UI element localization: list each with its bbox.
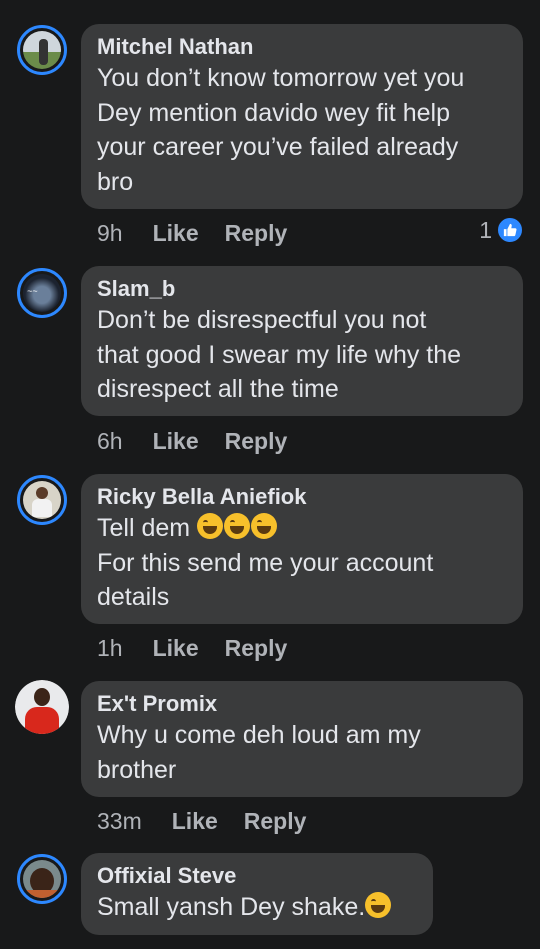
- comment-time[interactable]: 6h: [97, 428, 123, 455]
- laughing-emoji-icon: [224, 513, 251, 539]
- comment-bubble: Slam_b Don’t be disrespectful you not th…: [81, 266, 523, 416]
- avatar[interactable]: [17, 854, 67, 904]
- thumbs-up-icon: [496, 216, 524, 244]
- comment-author[interactable]: Ex't Promix: [97, 690, 507, 718]
- laughing-emoji-icon: [197, 513, 224, 539]
- comment-text-line: Small yansh Dey shake.: [97, 893, 366, 921]
- comment-actions: 6h Like Reply: [97, 426, 313, 456]
- reply-button[interactable]: Reply: [244, 808, 307, 835]
- avatar[interactable]: [17, 25, 67, 75]
- reaction-count: 1: [479, 216, 492, 243]
- avatar[interactable]: [17, 475, 67, 525]
- like-button[interactable]: Like: [153, 635, 199, 662]
- avatar[interactable]: ~~: [17, 268, 67, 318]
- comment-text: Small yansh Dey shake.: [97, 890, 417, 925]
- comment-author[interactable]: Offixial Steve: [97, 862, 417, 890]
- like-button[interactable]: Like: [153, 220, 199, 247]
- reply-button[interactable]: Reply: [225, 220, 288, 247]
- comment-text: Tell dem For this send me your account d…: [97, 511, 507, 615]
- comment-bubble: Mitchel Nathan You don’t know tomorrow y…: [81, 24, 523, 209]
- comment-text: Don’t be disrespectful you not that good…: [97, 306, 462, 403]
- comment-actions: 1h Like Reply: [97, 633, 313, 663]
- comment-bubble: Offixial Steve Small yansh Dey shake.: [81, 853, 433, 935]
- comment-actions: 33m Like Reply: [97, 806, 332, 836]
- laughing-emoji-icon: [251, 513, 278, 539]
- comment-bubble: Ricky Bella Aniefiok Tell dem For this s…: [81, 474, 523, 624]
- comment-text: You don’t know tomorrow yet you Dey ment…: [97, 64, 465, 196]
- comment-bubble: Ex't Promix Why u come deh loud am my br…: [81, 681, 523, 797]
- comment-text-line: Tell dem: [97, 514, 198, 542]
- comment-time[interactable]: 9h: [97, 220, 123, 247]
- reply-button[interactable]: Reply: [225, 428, 288, 455]
- comment-author[interactable]: Slam_b: [97, 275, 507, 303]
- like-button[interactable]: Like: [172, 808, 218, 835]
- reply-button[interactable]: Reply: [225, 635, 288, 662]
- avatar[interactable]: [15, 680, 69, 734]
- like-button[interactable]: Like: [153, 428, 199, 455]
- comment-text: Why u come deh loud am my brother: [97, 721, 421, 784]
- comment-actions: 9h Like Reply: [97, 218, 313, 248]
- comment-author[interactable]: Mitchel Nathan: [97, 33, 507, 61]
- comment-text-rest: For this send me your account details: [97, 548, 434, 612]
- laughing-emoji-icon: [365, 892, 392, 918]
- comment-time[interactable]: 1h: [97, 635, 123, 662]
- reaction-summary[interactable]: 1: [479, 215, 524, 245]
- comment-author[interactable]: Ricky Bella Aniefiok: [97, 483, 507, 511]
- comment-time[interactable]: 33m: [97, 808, 142, 835]
